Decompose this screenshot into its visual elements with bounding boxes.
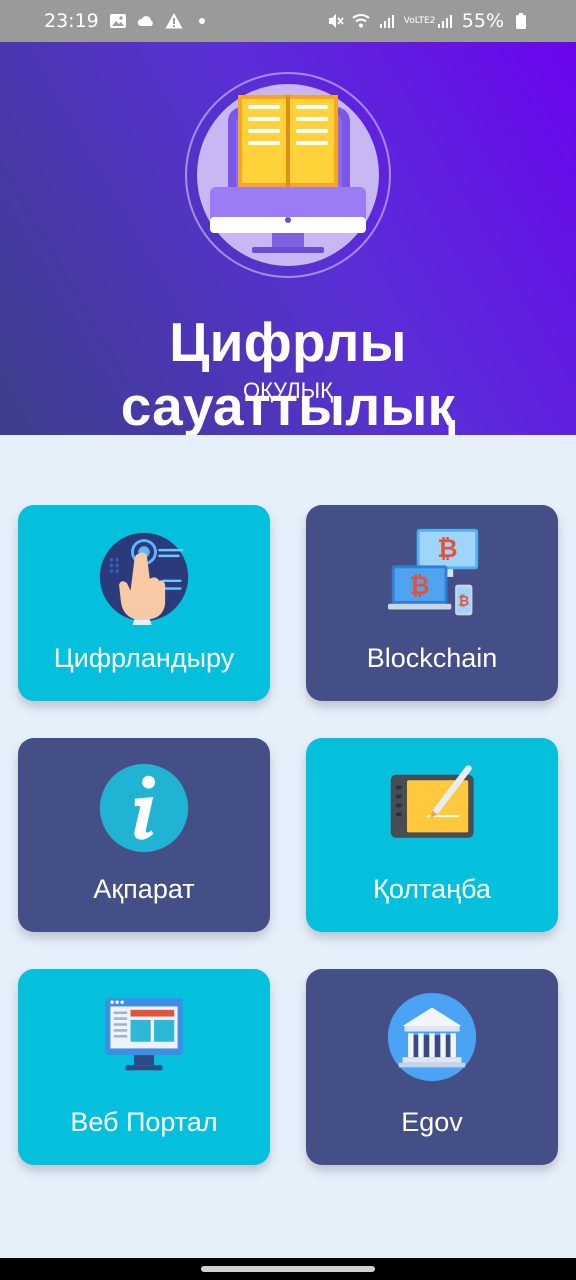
app-title: Цифрлы сауаттылық (120, 311, 456, 435)
svg-text:₿: ₿ (458, 595, 469, 610)
home-gesture-handle[interactable] (201, 1266, 375, 1272)
signal-icon (437, 15, 452, 28)
network-label: VoLTE2 (403, 15, 436, 26)
status-time: 23:19 (44, 10, 99, 32)
system-nav-bar (0, 1258, 576, 1280)
cloud-icon (137, 16, 153, 26)
blockchain-card[interactable]: ₿ ₿ ₿ Blockchain (306, 505, 558, 701)
info-icon (99, 763, 189, 853)
svg-text:₿: ₿ (437, 534, 457, 563)
signature-label: Қолтаңба (373, 874, 491, 904)
bitcoin-devices-icon: ₿ ₿ ₿ (387, 528, 479, 616)
wifi-icon (352, 14, 370, 28)
book-on-monitor-icon (210, 95, 366, 253)
web-portal-card[interactable]: Веб Портал (18, 969, 270, 1165)
web-portal-icon (105, 998, 183, 1071)
web-portal-label: Веб Портал (70, 1107, 218, 1137)
image-icon (109, 14, 126, 28)
battery-percent: 55% (461, 10, 504, 32)
egov-card[interactable]: Egov (306, 969, 558, 1165)
digitization-label: Цифрландыру (53, 643, 235, 673)
egov-label: Egov (401, 1107, 463, 1137)
information-label: Ақпарат (93, 874, 195, 904)
signal-icon (379, 15, 394, 28)
government-building-icon (387, 992, 477, 1082)
battery-icon (516, 13, 526, 29)
mute-icon (328, 14, 344, 28)
signature-card[interactable]: Қолтаңба (306, 738, 558, 932)
information-card[interactable]: Ақпарат (18, 738, 270, 932)
blockchain-label: Blockchain (366, 643, 498, 673)
app-subtitle: ОҚУЛЫҚ (243, 378, 333, 403)
svg-text:₿: ₿ (409, 571, 429, 600)
digitization-card[interactable]: Цифрландыру (18, 505, 270, 701)
dot-icon (198, 18, 205, 24)
app-header: Цифрлы сауаттылық ОҚУЛЫҚ (0, 42, 576, 435)
signature-tablet-icon (390, 765, 474, 838)
touch-hand-icon (99, 532, 189, 625)
status-bar: 23:19 VoLTE2 55% (0, 0, 576, 42)
warning-icon (165, 13, 183, 29)
